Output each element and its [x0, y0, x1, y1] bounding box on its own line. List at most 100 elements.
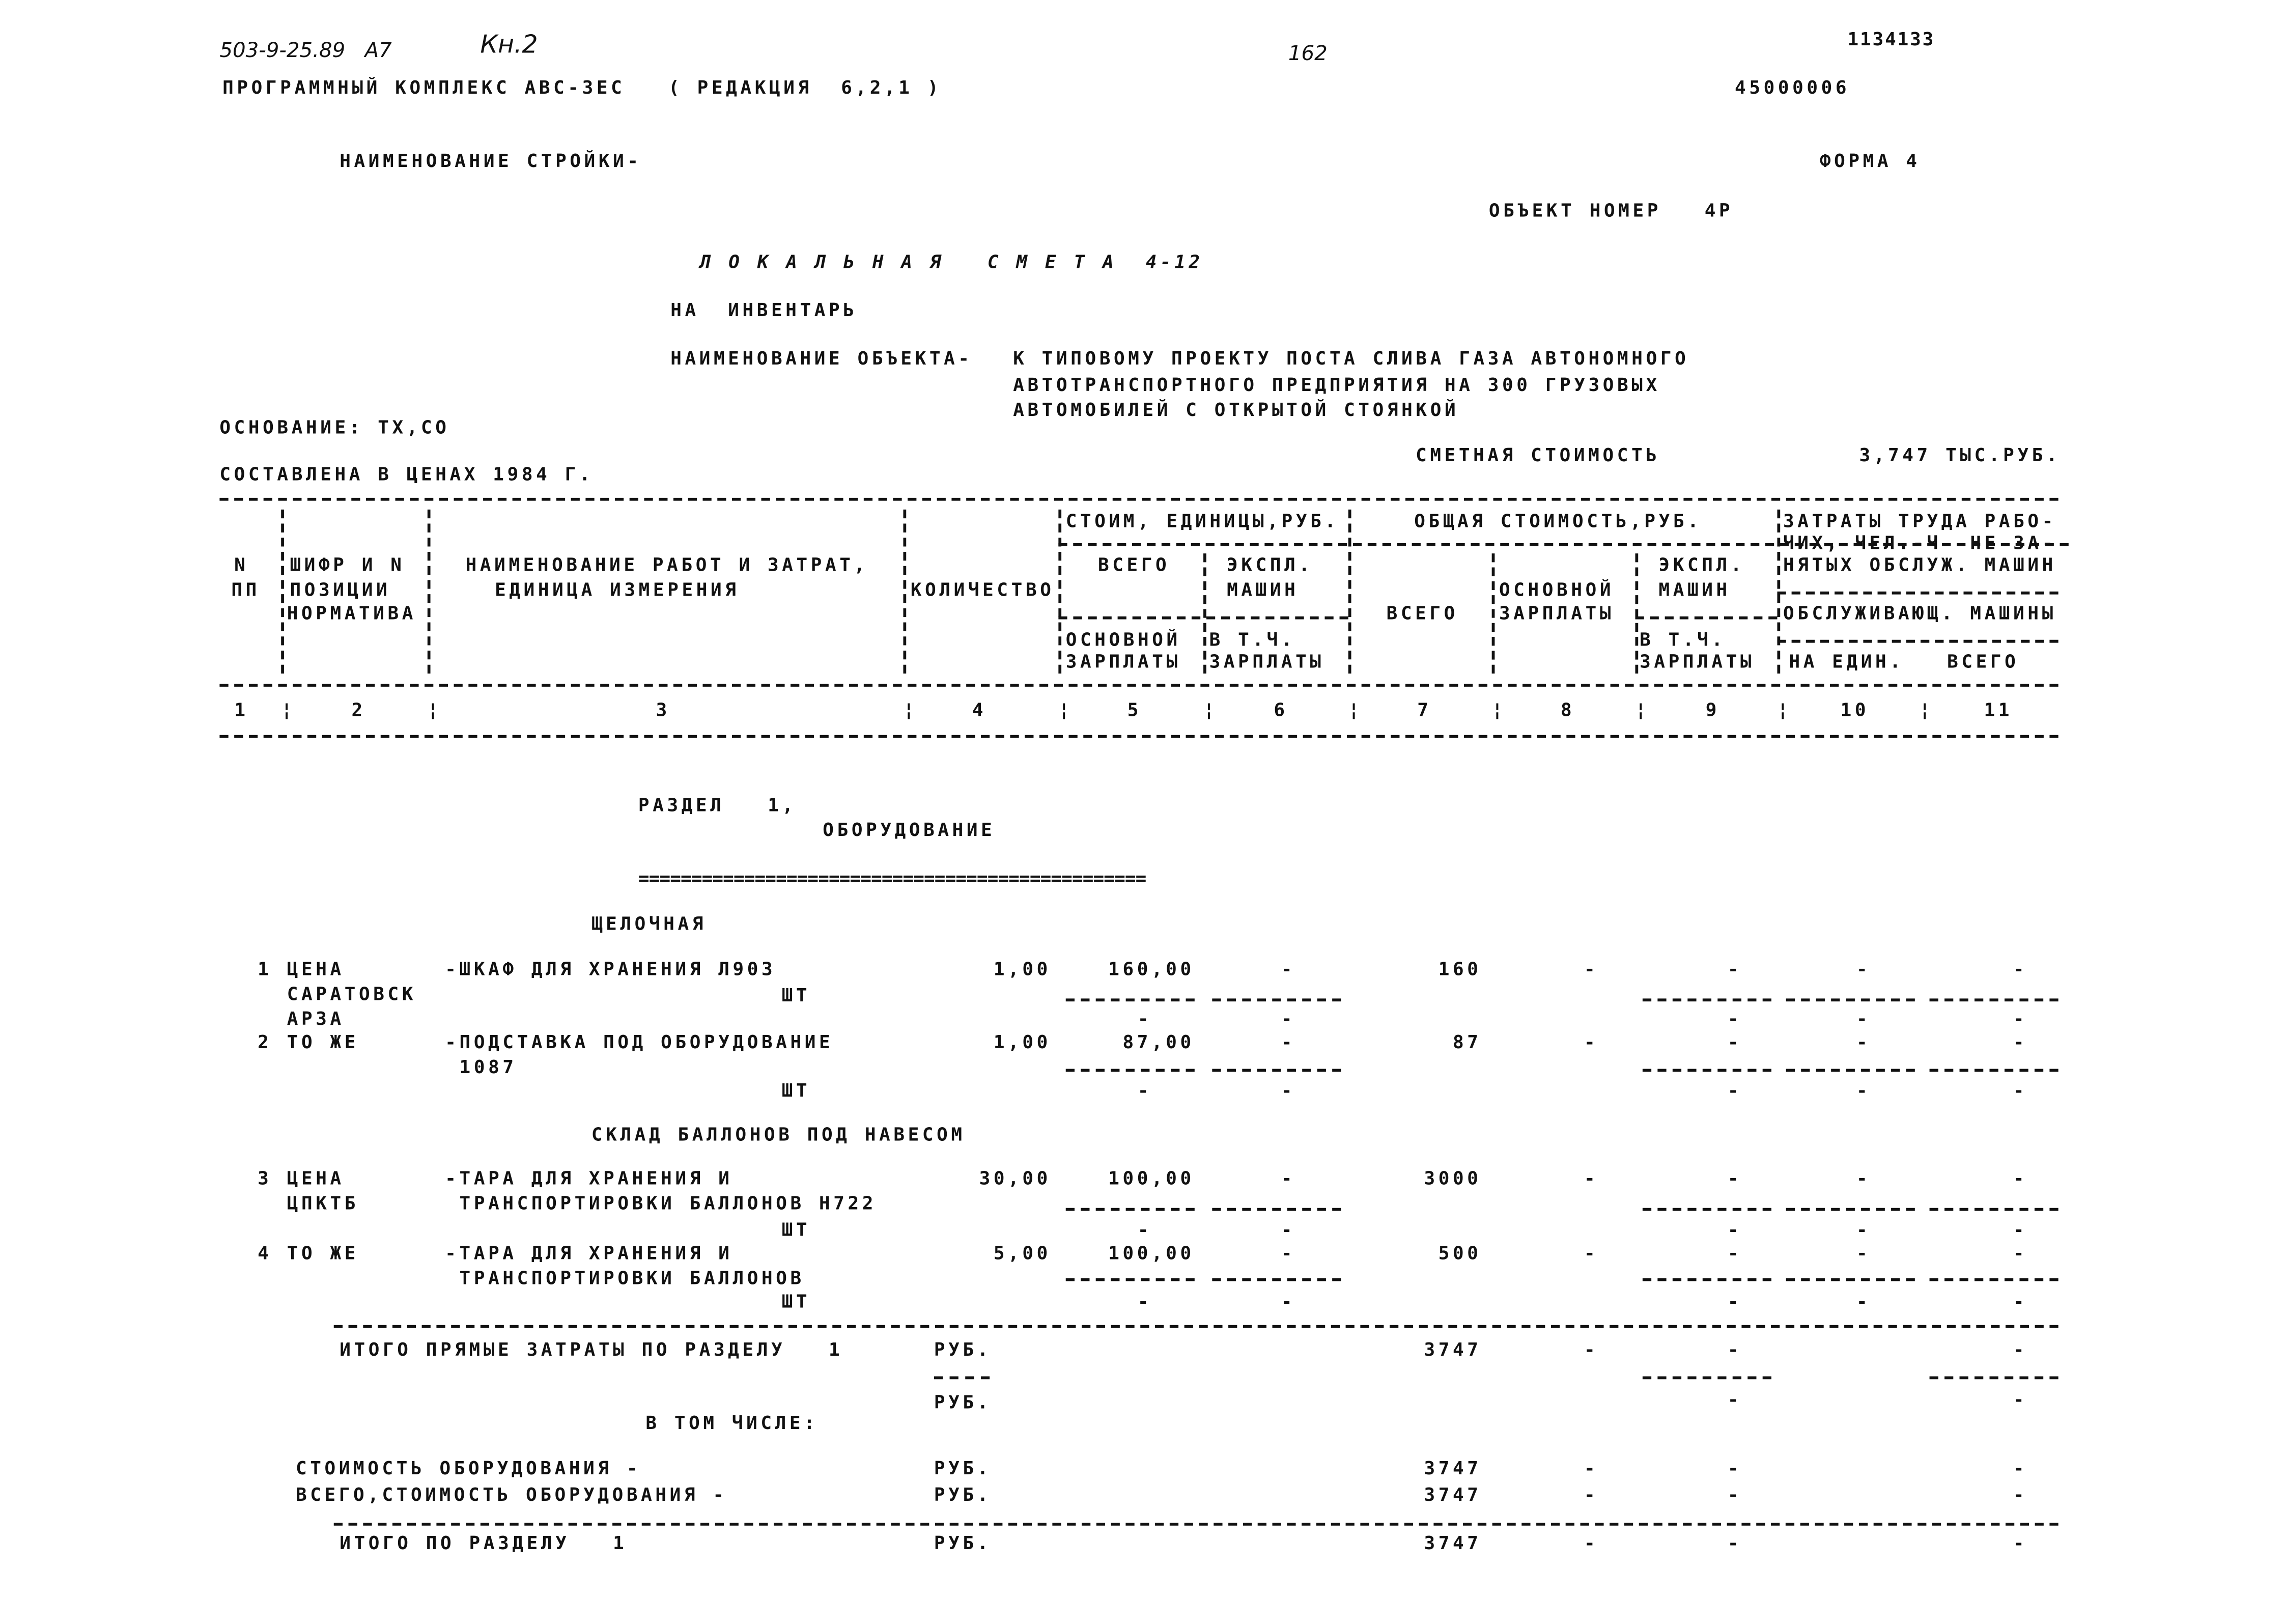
row-total-mach-wage: -	[1727, 1290, 1742, 1312]
row-unit: ШТ	[781, 1079, 811, 1101]
row-labor-unit: -	[1856, 957, 1871, 980]
header-total-wage: ОСНОВНОЙ	[1499, 578, 1615, 601]
row-labor-total: -	[2013, 1241, 2027, 1264]
header-labor: ЧИХ, ЧЕЛ.-Ч НЕ ЗА-	[1783, 531, 2056, 554]
equipment-wage: -	[1584, 1457, 1599, 1479]
header-sub-rule	[1777, 639, 2059, 643]
column-number: 11	[1984, 698, 2013, 720]
row-labor-unit-2: -	[1856, 1007, 1871, 1029]
column-separator	[1635, 553, 1639, 674]
sheet-code: 1134133	[1847, 27, 1935, 50]
column-separator-mark: ¦	[1491, 698, 1506, 720]
section-total-wage: -	[1584, 1531, 1599, 1554]
header-unit-wage: ЗАРПЛАТЫ	[1065, 650, 1181, 673]
group-title: СКЛАД БАЛЛОНОВ ПОД НАВЕСОМ	[591, 1123, 966, 1145]
section-total-labor: -	[2013, 1531, 2027, 1554]
row-total-wage: -	[1584, 1030, 1599, 1053]
form-number: ФОРМА 4	[1819, 149, 1921, 172]
object-name-line: АВТОМОБИЛЕЙ С ОТКРЫТОЙ СТОЯНКОЙ	[1013, 398, 1459, 421]
construction-label: НАИМЕНОВАНИЕ СТРОЙКИ-	[340, 149, 642, 172]
direct-labor-total: -	[2013, 1338, 2027, 1360]
row-name: ТРАНСПОРТИРОВКИ БАЛЛОНОВ	[445, 1266, 805, 1289]
row-total: 160	[1438, 957, 1482, 980]
column-number: 5	[1127, 698, 1142, 720]
row-total-mach-wage: -	[1727, 1079, 1742, 1101]
row-unit-mach: -	[1281, 1030, 1295, 1053]
page-number: 162	[1288, 42, 1328, 66]
column-separator-mark: ¦	[1348, 698, 1363, 720]
column-number: 6	[1274, 698, 1288, 720]
column-numbers-rule	[219, 735, 2059, 738]
column-number: 10	[1840, 698, 1870, 720]
direct-sub-rule	[934, 1376, 990, 1380]
direct-labor-total-2: -	[2013, 1388, 2027, 1410]
document-title: Л О К А Л Ь Н А Я С М Е Т А 4-12	[699, 250, 1203, 272]
row-name: 1087	[445, 1055, 517, 1078]
row-sub-rule	[1786, 1278, 1915, 1281]
header-labor: НЯТЫХ ОБСЛУЖ. МАШИН	[1783, 553, 2056, 576]
row-sub-rule	[1642, 998, 1771, 1002]
header-bottom-rule	[219, 684, 2059, 687]
header-labor-total: ВСЕГО	[1947, 650, 2019, 673]
row-sub-rule	[1929, 998, 2059, 1002]
object-name-line: АВТОТРАНСПОРТНОГО ПРЕДПРИЯТИЯ НА 300 ГРУ…	[1013, 373, 1660, 396]
row-labor-unit-2: -	[1856, 1079, 1871, 1101]
document-code: 45000006	[1735, 76, 1850, 98]
row-sub-rule	[1212, 998, 1341, 1002]
equipment-all-label: ВСЕГО,СТОИМОСТЬ ОБОРУДОВАНИЯ -	[295, 1483, 727, 1505]
row-unit-total: 160,00	[1108, 957, 1195, 980]
row-labor-unit: -	[1856, 1241, 1871, 1264]
equipment-all-unit: РУБ.	[934, 1483, 992, 1505]
row-labor-total-2: -	[2013, 1007, 2027, 1029]
direct-total-mach-wage: -	[1727, 1388, 1742, 1410]
row-labor-unit: -	[1856, 1167, 1871, 1189]
section-separator: ========================================…	[638, 866, 1146, 889]
column-number: 1	[234, 698, 249, 720]
row-labor-unit-2: -	[1856, 1218, 1871, 1240]
row-total-mach-wage: -	[1727, 1007, 1742, 1029]
row-unit: ШТ	[781, 1218, 811, 1240]
column-separator-mark: ¦	[903, 698, 918, 720]
row-total: 87	[1452, 1030, 1482, 1053]
column-number: 8	[1561, 698, 1575, 720]
section-total-mach: -	[1727, 1531, 1742, 1554]
row-unit-mach-wage: -	[1281, 1079, 1295, 1101]
row-sub-rule	[1929, 1278, 2059, 1281]
row-total: 3000	[1424, 1167, 1482, 1189]
row-labor-total-2: -	[2013, 1290, 2027, 1312]
row-unit-mach-wage: -	[1281, 1007, 1295, 1029]
totals-rule	[333, 1325, 2059, 1328]
row-code: ЦПКТБ	[287, 1192, 359, 1214]
direct-total-mach: -	[1727, 1338, 1742, 1360]
cost-label: СМЕТНАЯ СТОИМОСТЬ	[1416, 443, 1660, 466]
row-code: ТО ЖЕ	[287, 1241, 359, 1264]
row-total: 500	[1438, 1241, 1482, 1264]
equipment-label: СТОИМОСТЬ ОБОРУДОВАНИЯ -	[295, 1457, 641, 1479]
row-unit-mach-wage: -	[1281, 1218, 1295, 1240]
header-unit-cost: СТОИМ, ЕДИНИЦЫ,РУБ.	[1065, 509, 1339, 531]
equipment-mach: -	[1727, 1457, 1742, 1479]
header-total-mach-wage: ЗАРПЛАТЫ	[1640, 650, 1755, 673]
equipment-all-labor: -	[2013, 1483, 2027, 1505]
row-total-wage: -	[1584, 1241, 1599, 1264]
row-labor-total: -	[2013, 957, 2027, 980]
section-total-rule	[333, 1523, 2059, 1526]
row-number: 1	[258, 957, 272, 980]
row-sub-rule	[1065, 1208, 1195, 1211]
row-sub-rule	[1642, 1069, 1771, 1072]
header-unit-total: ВСЕГО	[1098, 553, 1170, 576]
header-name: ЕДИНИЦА ИЗМЕРЕНИЯ	[495, 578, 740, 601]
column-separator-mark: ¦	[281, 698, 296, 720]
column-separator-mark: ¦	[1203, 698, 1218, 720]
row-sub-rule	[1065, 1069, 1195, 1072]
row-unit-wage: -	[1137, 1079, 1152, 1101]
table-top-rule	[219, 497, 2059, 501]
row-code: САРАТОВСК	[287, 982, 417, 1004]
column-separator	[427, 509, 431, 674]
program-title: ПРОГРАММНЫЙ КОМПЛЕКС АВС-3ЕС ( РЕДАКЦИЯ …	[222, 76, 942, 98]
object-name-line: К ТИПОВОМУ ПРОЕКТУ ПОСТА СЛИВА ГАЗА АВТО…	[1013, 347, 1689, 369]
row-unit-mach: -	[1281, 1241, 1295, 1264]
row-total-wage: -	[1584, 957, 1599, 980]
header-sub-rule	[1635, 616, 1778, 620]
column-separator	[281, 509, 284, 674]
